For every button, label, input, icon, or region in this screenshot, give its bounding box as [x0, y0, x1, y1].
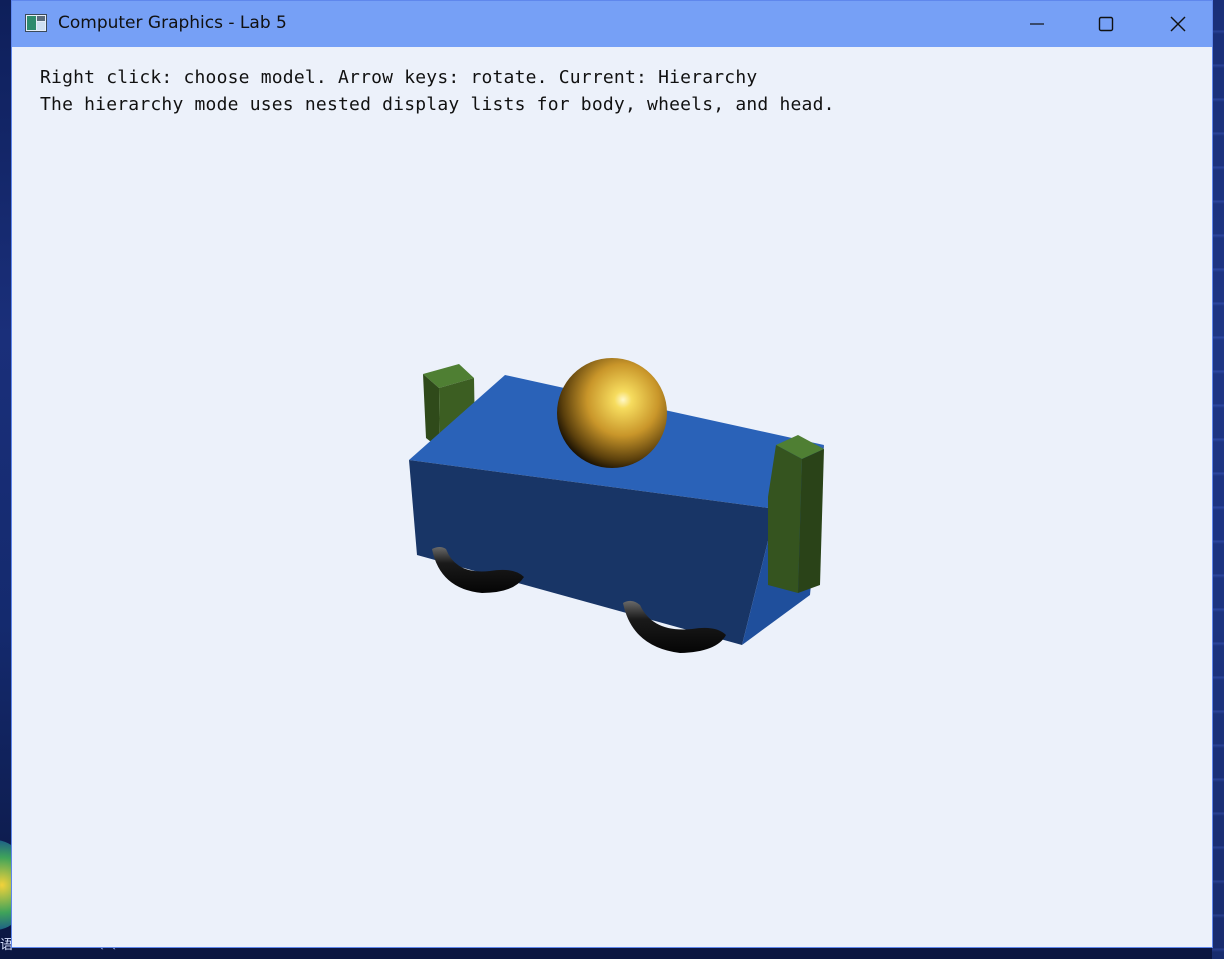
arm-right: [768, 435, 824, 593]
close-button[interactable]: [1145, 1, 1211, 47]
minimize-button[interactable]: [1004, 1, 1070, 47]
app-icon: [25, 14, 47, 32]
minimize-icon: [1030, 23, 1044, 25]
window-title: Computer Graphics - Lab 5: [58, 13, 287, 33]
maximize-button[interactable]: [1073, 1, 1139, 47]
desktop-wallpaper: [1212, 0, 1224, 959]
maximize-icon: [1098, 16, 1114, 32]
robot-car-model[interactable]: [12, 47, 1212, 947]
title-bar[interactable]: Computer Graphics - Lab 5: [12, 1, 1212, 47]
head: [557, 358, 667, 468]
gl-viewport[interactable]: Right click: choose model. Arrow keys: r…: [12, 47, 1212, 947]
app-window: Computer Graphics - Lab 5 Right click: c…: [11, 0, 1213, 948]
close-icon: [1170, 16, 1186, 32]
